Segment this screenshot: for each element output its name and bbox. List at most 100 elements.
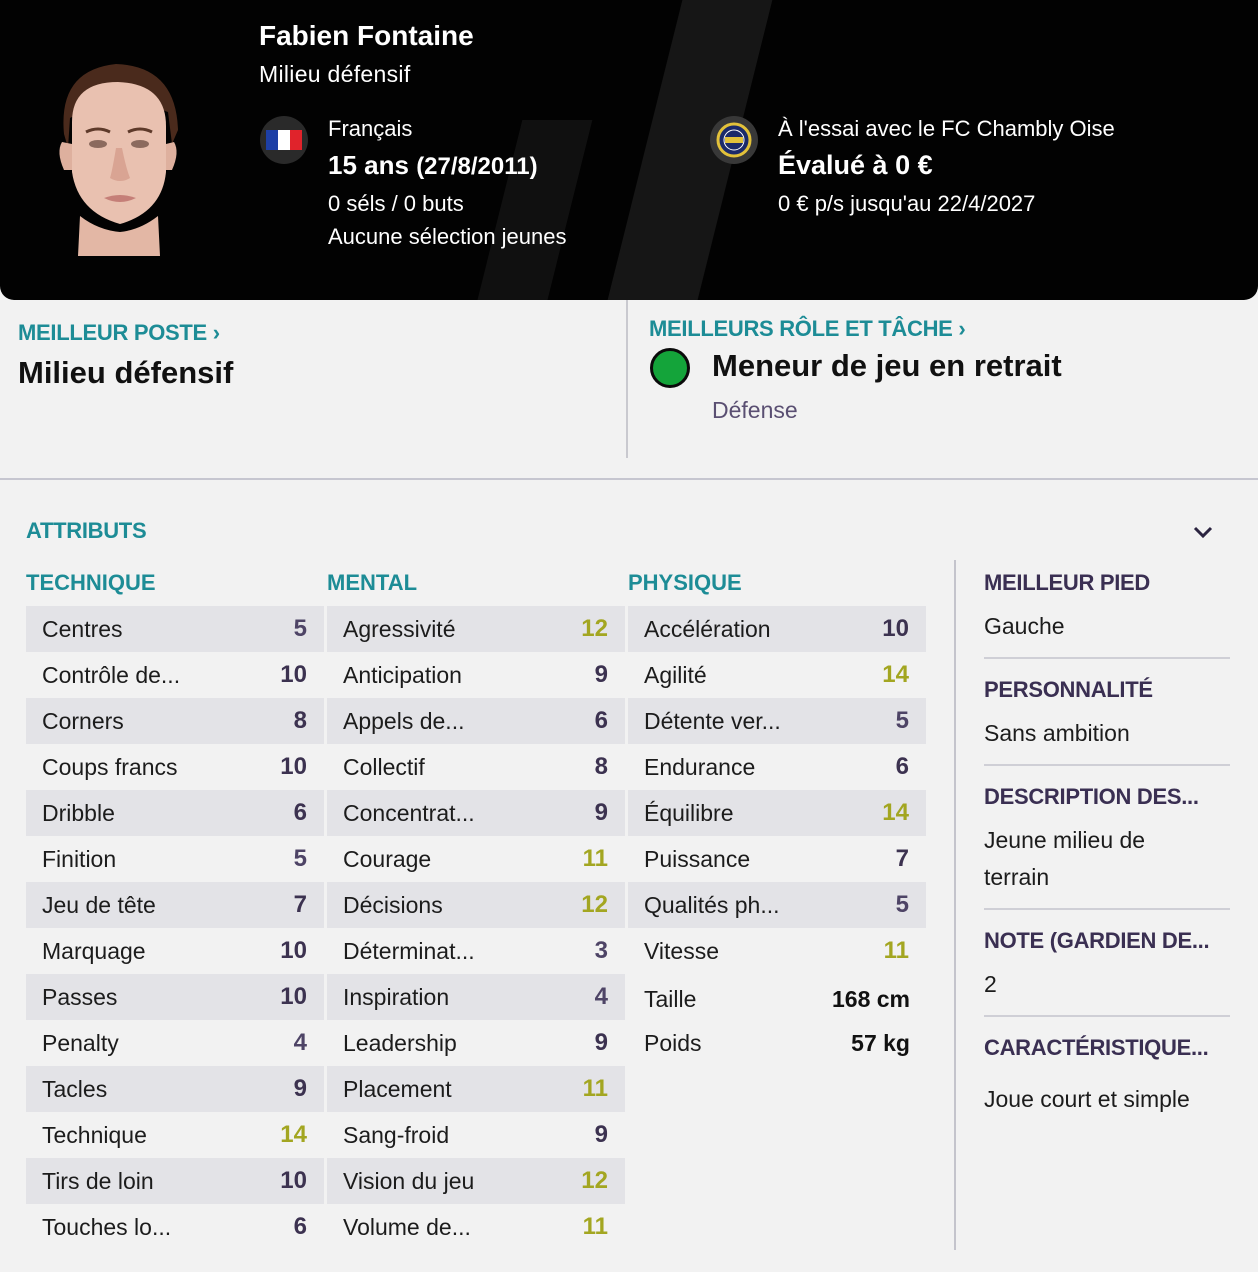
physique-heading: PHYSIQUE [628, 570, 742, 595]
attribute-label: Agressivité [343, 615, 456, 642]
player-position: Milieu défensif [259, 61, 411, 87]
attribute-row-mental[interactable]: Agressivité 12 [327, 606, 625, 652]
attribute-label: Courage [343, 845, 432, 872]
attribute-value: 11 [582, 845, 608, 872]
attribute-label: Tacles [42, 1075, 108, 1102]
attribute-row-mental[interactable]: Sang-froid 9 [327, 1112, 625, 1158]
attribute-label: Vitesse [644, 937, 720, 964]
best-position-value: Milieu défensif [18, 355, 234, 390]
attribute-label: Agilité [644, 661, 707, 688]
attribute-row-technique[interactable]: Dribble 6 [26, 790, 324, 836]
attribute-label: Concentrat... [343, 799, 475, 826]
attribute-row-technique[interactable]: Marquage 10 [26, 928, 324, 974]
physique-attributes-list: Accélération 10 Agilité 14 Détente ver... 5 En… [628, 606, 926, 974]
attribute-label: Déterminat... [343, 937, 475, 964]
age-text: 15 ans [328, 150, 409, 180]
attribute-value: 10 [280, 937, 307, 964]
player-age: 15 ans (27/8/2011) [328, 150, 538, 181]
attribute-label: Qualités ph... [644, 891, 780, 918]
nationality[interactable]: Français [328, 116, 412, 142]
attribute-row-technique[interactable]: Corners 8 [26, 698, 324, 744]
attribute-value: 14 [882, 661, 909, 688]
attribute-row-physique[interactable]: Agilité 14 [628, 652, 926, 698]
date-of-birth: (27/8/2011) [416, 153, 538, 180]
attribute-label: Endurance [644, 753, 756, 780]
attribute-label: Marquage [42, 937, 146, 964]
attribute-row-mental[interactable]: Volume de... 11 [327, 1204, 625, 1250]
attribute-row-technique[interactable]: Passes 10 [26, 974, 324, 1020]
attribute-row-technique[interactable]: Jeu de tête 7 [26, 882, 324, 928]
attribute-row-mental[interactable]: Décisions 12 [327, 882, 625, 928]
attribute-value: 5 [293, 615, 307, 642]
best-role-name: Meneur de jeu en retrait [712, 348, 1062, 383]
best-role-link[interactable]: MEILLEURS RÔLE ET TÂCHE › [649, 316, 966, 342]
attribute-row-mental[interactable]: Placement 11 [327, 1066, 625, 1112]
international-caps: 0 séls / 0 buts [328, 191, 464, 216]
attribute-row-mental[interactable]: Vision du jeu 12 [327, 1158, 625, 1204]
side-separator [984, 764, 1230, 766]
attribute-row-technique[interactable]: Centres 5 [26, 606, 324, 652]
france-flag-icon[interactable] [260, 116, 308, 164]
side-info-characteristic[interactable]: CARACTÉRISTIQUE... Joue court et simple [984, 1035, 1230, 1118]
side-info-label: CARACTÉRISTIQUE... [984, 1035, 1209, 1060]
side-separator [984, 908, 1230, 910]
attribute-value: 6 [293, 799, 307, 826]
attribute-row-technique[interactable]: Technique 14 [26, 1112, 324, 1158]
side-info-personality: PERSONNALITÉ Sans ambition [984, 677, 1230, 752]
attribute-label: Détente ver... [644, 707, 781, 734]
weight-label: Poids [644, 1030, 702, 1056]
attribute-label: Décisions [343, 891, 443, 918]
attribute-row-mental[interactable]: Déterminat... 3 [327, 928, 625, 974]
attribute-row-technique[interactable]: Finition 5 [26, 836, 324, 882]
attribute-label: Dribble [42, 799, 115, 826]
attribute-value: 5 [895, 891, 909, 918]
attribute-row-mental[interactable]: Collectif 8 [327, 744, 625, 790]
side-info-value: Jeune milieu de terrain [984, 827, 1146, 890]
attribute-row-physique[interactable]: Puissance 7 [628, 836, 926, 882]
side-info-label: PERSONNALITÉ [984, 677, 1153, 702]
attribute-value: 7 [895, 845, 909, 872]
attribute-label: Puissance [644, 845, 751, 872]
attribute-value: 11 [582, 1213, 608, 1240]
technique-heading: TECHNIQUE [26, 570, 156, 595]
best-position-link[interactable]: MEILLEUR POSTE › [18, 320, 220, 346]
weight-value: 57 kg [851, 1030, 910, 1056]
attribute-row-technique[interactable]: Coups francs 10 [26, 744, 324, 790]
attribute-row-mental[interactable]: Appels de... 6 [327, 698, 625, 744]
attribute-row-mental[interactable]: Anticipation 9 [327, 652, 625, 698]
attribute-value: 12 [581, 615, 608, 642]
fc-chambly-crest-icon[interactable] [710, 116, 758, 164]
attribute-row-physique[interactable]: Vitesse 11 [628, 928, 926, 974]
attribute-row-mental[interactable]: Inspiration 4 [327, 974, 625, 1020]
attribute-row-technique[interactable]: Penalty 4 [26, 1020, 324, 1066]
attribute-label: Centres [42, 615, 123, 642]
attribute-row-physique[interactable]: Détente ver... 5 [628, 698, 926, 744]
side-info-gk-rating[interactable]: NOTE (GARDIEN DE... 2 [984, 928, 1230, 1003]
attribute-value: 12 [581, 1167, 608, 1194]
contract-status[interactable]: À l'essai avec le FC Chambly Oise [778, 116, 1115, 142]
attribute-row-mental[interactable]: Courage 11 [327, 836, 625, 882]
attribute-value: 10 [280, 661, 307, 688]
attribute-row-mental[interactable]: Concentrat... 9 [327, 790, 625, 836]
attribute-label: Collectif [343, 753, 425, 780]
attribute-label: Corners [42, 707, 124, 734]
attribute-label: Appels de... [343, 707, 465, 734]
attribute-value: 10 [280, 983, 307, 1010]
attribute-row-physique[interactable]: Endurance 6 [628, 744, 926, 790]
side-info-description[interactable]: DESCRIPTION DES... Jeune milieu de terra… [984, 784, 1230, 896]
attribute-row-physique[interactable]: Accélération 10 [628, 606, 926, 652]
chevron-right-icon: › [212, 320, 220, 345]
player-wage: 0 € p/s jusqu'au 22/4/2027 [778, 191, 1036, 216]
chevron-down-icon[interactable] [1190, 522, 1216, 542]
attribute-value: 8 [594, 753, 608, 780]
attribute-row-technique[interactable]: Tacles 9 [26, 1066, 324, 1112]
attribute-row-technique[interactable]: Contrôle de... 10 [26, 652, 324, 698]
attribute-row-mental[interactable]: Leadership 9 [327, 1020, 625, 1066]
attribute-row-physique[interactable]: Équilibre 14 [628, 790, 926, 836]
side-info-value: Sans ambition [984, 720, 1130, 746]
attribute-row-technique[interactable]: Touches lo... 6 [26, 1204, 324, 1250]
attribute-row-physique[interactable]: Qualités ph... 5 [628, 882, 926, 928]
attribute-row-technique[interactable]: Tirs de loin 10 [26, 1158, 324, 1204]
attribute-label: Technique [42, 1121, 147, 1148]
attribute-value: 9 [594, 1121, 608, 1148]
